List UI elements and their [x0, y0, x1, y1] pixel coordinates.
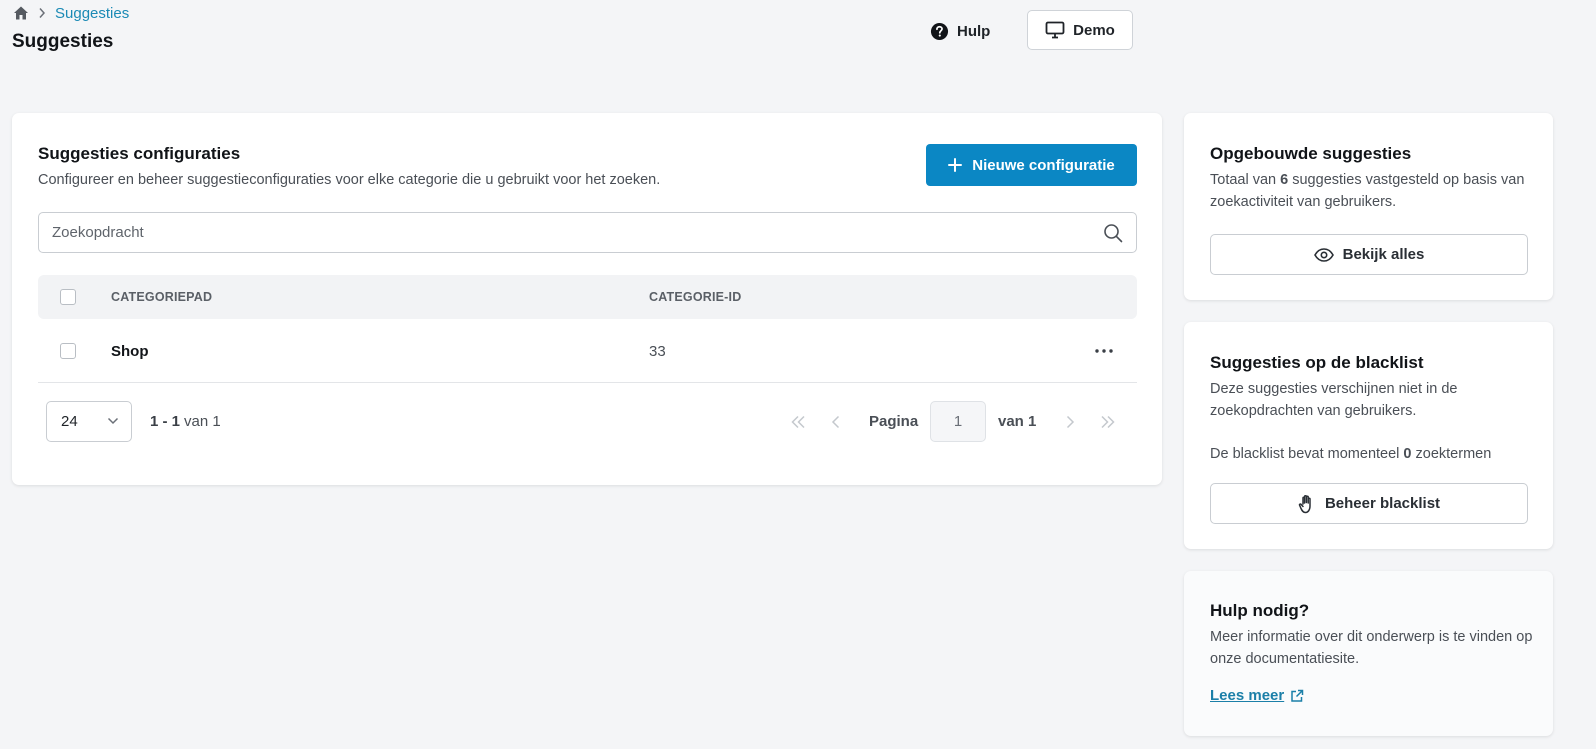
row-checkbox[interactable]: [60, 343, 76, 359]
search-field[interactable]: [38, 212, 1137, 253]
demo-button[interactable]: Demo: [1027, 10, 1133, 50]
blacklist-count: 0: [1403, 446, 1412, 462]
breadcrumb: Suggesties: [13, 4, 129, 22]
monitor-icon: [1045, 21, 1065, 39]
column-header-path[interactable]: CATEGORIEPAD: [111, 275, 212, 319]
page-size-value: 24: [61, 413, 78, 430]
search-input[interactable]: [52, 213, 1092, 252]
manage-blacklist-button[interactable]: Beheer blacklist: [1210, 483, 1528, 524]
eye-icon: [1313, 247, 1334, 262]
category-path-cell[interactable]: Shop: [111, 319, 149, 383]
category-id-cell: 33: [649, 342, 666, 360]
view-all-button[interactable]: Bekijk alles: [1210, 234, 1528, 275]
blacklist-description: Deze suggesties verschijnen niet in de z…: [1210, 381, 1458, 419]
page-label: Pagina: [869, 413, 919, 430]
page-title: Suggesties: [12, 31, 114, 52]
suggestion-count: 6: [1280, 172, 1289, 188]
help-card: Hulp nodig? Meer informatie over dit ond…: [1184, 571, 1553, 736]
hand-icon: [1298, 494, 1316, 514]
view-all-label: Bekijk alles: [1342, 246, 1425, 263]
page-number-input[interactable]: 1: [930, 401, 986, 442]
built-suggestions-card: Opgebouwde suggesties Totaal van 6 sugge…: [1184, 113, 1553, 300]
new-configuration-button[interactable]: Nieuwe configuratie: [926, 144, 1137, 186]
help-button[interactable]: Hulp: [930, 19, 990, 43]
more-actions-icon[interactable]: [1094, 341, 1114, 361]
read-more-link[interactable]: Lees meer: [1210, 687, 1304, 704]
page-size-select[interactable]: 24: [46, 401, 132, 442]
blacklist-card: Suggesties op de blacklist Deze suggesti…: [1184, 322, 1553, 549]
configurations-title: Suggesties configuraties: [38, 144, 241, 163]
help-label: Hulp: [957, 22, 991, 40]
question-circle-icon: [930, 22, 949, 41]
external-link-icon: [1290, 689, 1304, 703]
help-description: Meer informatie over dit onderwerp is te…: [1210, 629, 1533, 667]
total-pages-label: van 1: [998, 413, 1037, 430]
help-title: Hulp nodig?: [1210, 601, 1310, 620]
plus-icon: [948, 158, 963, 172]
demo-label: Demo: [1073, 21, 1115, 39]
range-text: 1 - 1: [150, 413, 181, 430]
range-of: van 1: [184, 413, 221, 430]
chevron-right-icon: [38, 7, 46, 19]
column-header-id[interactable]: CATEGORIE-ID: [649, 275, 741, 319]
configurations-card: Suggesties configuraties Configureer en …: [12, 113, 1162, 485]
range-summary: 1 - 1 van 1: [150, 401, 221, 442]
built-suggestions-description: Totaal van 6 suggesties vastgesteld op b…: [1210, 172, 1525, 210]
last-page-icon[interactable]: [1098, 412, 1118, 432]
first-page-icon[interactable]: [788, 412, 808, 432]
table-row[interactable]: Shop 33: [38, 319, 1137, 383]
new-configuration-label: Nieuwe configuratie: [972, 156, 1115, 174]
blacklist-status: De blacklist bevat momenteel 0 zoekterme…: [1210, 446, 1492, 462]
table-header: CATEGORIEPAD CATEGORIE-ID: [38, 275, 1137, 319]
search-icon[interactable]: [1103, 223, 1123, 243]
blacklist-title: Suggesties op de blacklist: [1210, 353, 1424, 372]
pagination: 24 1 - 1 van 1 Pagina 1 van 1: [38, 401, 1137, 443]
chevron-down-icon: [107, 417, 119, 425]
read-more-label: Lees meer: [1210, 687, 1285, 704]
built-suggestions-title: Opgebouwde suggesties: [1210, 144, 1412, 163]
breadcrumb-item-suggesties[interactable]: Suggesties: [55, 5, 129, 22]
home-icon[interactable]: [13, 5, 29, 21]
previous-page-icon[interactable]: [826, 412, 846, 432]
next-page-icon[interactable]: [1060, 412, 1080, 432]
configurations-description: Configureer en beheer suggestieconfigura…: [38, 172, 661, 188]
select-all-checkbox[interactable]: [60, 289, 76, 305]
manage-blacklist-label: Beheer blacklist: [1324, 495, 1441, 512]
